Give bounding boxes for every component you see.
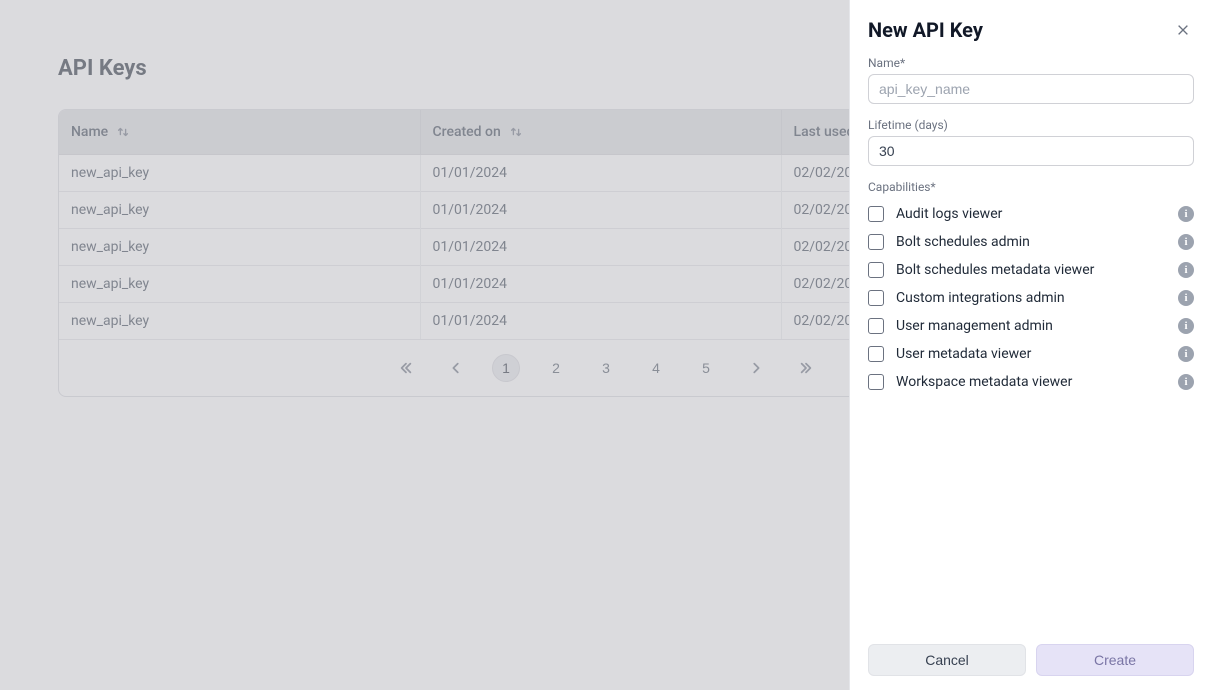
capability-row: Bolt schedules admin i bbox=[868, 228, 1194, 256]
capability-label: User metadata viewer bbox=[896, 346, 1166, 362]
capability-checkbox[interactable] bbox=[868, 346, 884, 362]
info-icon[interactable]: i bbox=[1178, 206, 1194, 222]
name-input[interactable] bbox=[868, 74, 1194, 104]
lifetime-input[interactable] bbox=[868, 136, 1194, 166]
lifetime-label: Lifetime (days) bbox=[868, 118, 1194, 132]
capabilities-label: Capabilities* bbox=[868, 180, 1194, 194]
capability-checkbox[interactable] bbox=[868, 206, 884, 222]
capability-checkbox[interactable] bbox=[868, 234, 884, 250]
info-icon[interactable]: i bbox=[1178, 290, 1194, 306]
name-field: Name* bbox=[868, 56, 1194, 104]
info-icon[interactable]: i bbox=[1178, 318, 1194, 334]
capability-checkbox[interactable] bbox=[868, 290, 884, 306]
capability-row: User metadata viewer i bbox=[868, 340, 1194, 368]
close-button[interactable] bbox=[1172, 19, 1194, 41]
drawer-footer: Cancel Create bbox=[850, 632, 1212, 690]
capability-row: Custom integrations admin i bbox=[868, 284, 1194, 312]
capability-checkbox[interactable] bbox=[868, 318, 884, 334]
create-button[interactable]: Create bbox=[1036, 644, 1194, 676]
capability-row: Workspace metadata viewer i bbox=[868, 368, 1194, 396]
cancel-button[interactable]: Cancel bbox=[868, 644, 1026, 676]
capability-label: Bolt schedules admin bbox=[896, 234, 1166, 250]
capability-row: Bolt schedules metadata viewer i bbox=[868, 256, 1194, 284]
info-icon[interactable]: i bbox=[1178, 346, 1194, 362]
lifetime-field: Lifetime (days) bbox=[868, 118, 1194, 166]
capability-label: Workspace metadata viewer bbox=[896, 374, 1166, 390]
close-icon bbox=[1176, 23, 1190, 37]
capability-checkbox[interactable] bbox=[868, 374, 884, 390]
capability-row: Audit logs viewer i bbox=[868, 200, 1194, 228]
capability-label: Custom integrations admin bbox=[896, 290, 1166, 306]
new-api-key-drawer: New API Key Name* Lifetime (days) Capabi… bbox=[850, 0, 1212, 690]
info-icon[interactable]: i bbox=[1178, 374, 1194, 390]
drawer-body: Name* Lifetime (days) Capabilities* Audi… bbox=[850, 48, 1212, 632]
info-icon[interactable]: i bbox=[1178, 234, 1194, 250]
name-label: Name* bbox=[868, 56, 1194, 70]
capability-label: Bolt schedules metadata viewer bbox=[896, 262, 1166, 278]
capability-label: User management admin bbox=[896, 318, 1166, 334]
capability-checkbox[interactable] bbox=[868, 262, 884, 278]
drawer-title: New API Key bbox=[868, 18, 983, 42]
info-icon[interactable]: i bbox=[1178, 262, 1194, 278]
drawer-header: New API Key bbox=[850, 0, 1212, 48]
capabilities-list: Audit logs vieweriBolt schedules adminiB… bbox=[868, 200, 1194, 396]
capability-row: User management admin i bbox=[868, 312, 1194, 340]
capability-label: Audit logs viewer bbox=[896, 206, 1166, 222]
